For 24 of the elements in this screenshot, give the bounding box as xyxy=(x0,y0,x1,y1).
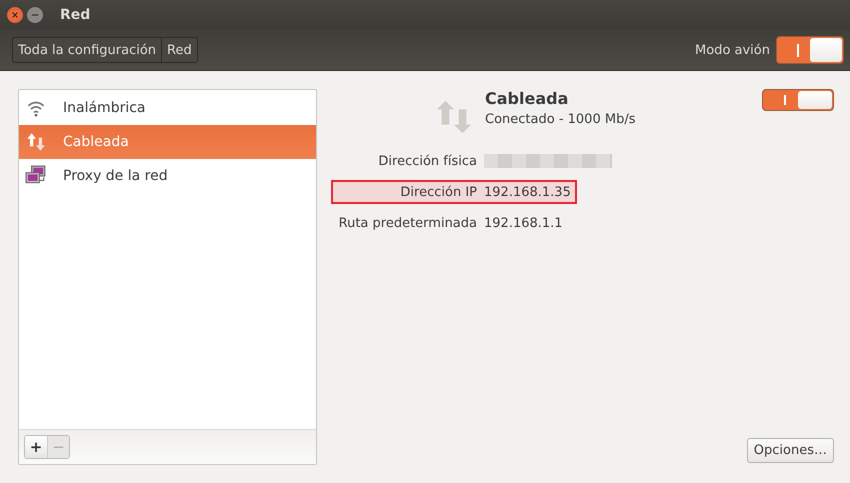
field-label: Dirección física xyxy=(377,154,477,168)
airplane-mode-label: Modo avión xyxy=(695,42,770,58)
field-value: 192.168.1.35 xyxy=(484,184,571,200)
breadcrumb-button[interactable]: Toda la configuración xyxy=(13,38,162,62)
sidebar-item[interactable]: Inalámbrica xyxy=(19,91,316,125)
connection-status: Conectado - 1000 Mb/s xyxy=(485,112,636,127)
close-icon xyxy=(11,11,19,19)
arrows-up-down-icon xyxy=(25,131,47,153)
field-value: 192.168.1.1 xyxy=(484,216,563,230)
close-button[interactable] xyxy=(7,7,23,23)
sidebar-item-label: Inalámbrica xyxy=(63,100,146,116)
breadcrumb-button[interactable]: Red xyxy=(161,38,197,62)
field-label: Ruta predeterminada xyxy=(338,216,477,230)
options-button[interactable]: Opciones… xyxy=(746,438,834,463)
minimize-button[interactable] xyxy=(27,7,43,23)
toggle-switch[interactable] xyxy=(762,89,834,111)
toggle-switch[interactable] xyxy=(776,36,844,64)
sidebar-item[interactable]: Proxy de la red xyxy=(19,159,316,193)
add-button[interactable]: + xyxy=(25,436,47,458)
field-label: Dirección IP xyxy=(399,184,477,200)
window-title: Red xyxy=(60,7,90,23)
sidebar-item-label: Proxy de la red xyxy=(63,168,168,184)
connection-title: Cableada xyxy=(485,89,570,108)
sidebar-item-label: Cableada xyxy=(63,134,129,150)
